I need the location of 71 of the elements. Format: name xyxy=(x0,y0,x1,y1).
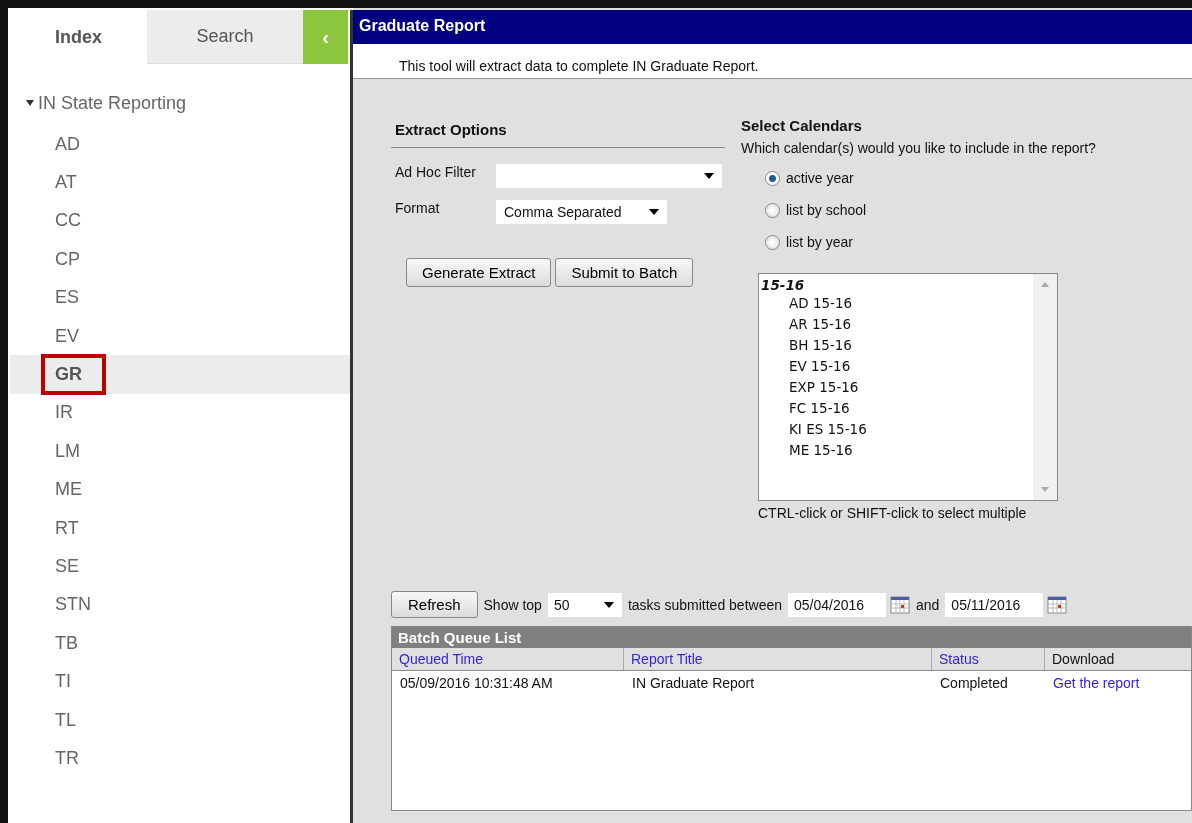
list-option[interactable]: KI ES 15-16 xyxy=(761,419,1031,440)
panel-title: Batch Queue List xyxy=(392,627,1191,648)
field-label: Show top xyxy=(483,596,542,613)
tree-item[interactable]: IR xyxy=(10,393,350,433)
dropdown-field[interactable]: 50 xyxy=(547,592,622,617)
table-cell: 05/09/2016 10:31:48 AM xyxy=(400,675,553,691)
tree-item[interactable]: STN xyxy=(10,585,350,625)
tree-item[interactable]: EV xyxy=(10,316,350,356)
tree-item[interactable]: TB xyxy=(10,624,350,663)
sidebar-tab[interactable]: Search xyxy=(147,10,303,64)
tree-item[interactable]: SE xyxy=(10,547,350,586)
list-option[interactable]: FC 15-16 xyxy=(761,398,1031,419)
scroll-down-icon[interactable] xyxy=(1041,487,1049,492)
list-option[interactable]: EXP 15-16 xyxy=(761,377,1031,398)
column-header: Download xyxy=(1051,650,1116,669)
tree-item[interactable]: RT xyxy=(10,508,350,548)
table-cell: Completed xyxy=(940,675,1008,691)
tree-item[interactable]: AT xyxy=(10,163,350,202)
dropdown-caret-icon xyxy=(649,209,659,215)
radio-label: list by school xyxy=(786,202,867,218)
field-label: and xyxy=(916,596,940,613)
action-button[interactable]: Submit to Batch xyxy=(555,258,694,287)
dropdown-caret-icon xyxy=(704,173,714,179)
tree-item[interactable]: CC xyxy=(10,201,350,241)
radio-button[interactable] xyxy=(765,234,780,250)
calendar-icon[interactable] xyxy=(890,595,910,614)
calendar-listbox[interactable]: 15-16 AD 15-16 AR 15-16 BH 15-16 EV 15-16 EXP 15-16 FC 15-16 KI ES 15-16 ME 15-16 xyxy=(758,273,1058,501)
radio-button[interactable] xyxy=(765,202,780,218)
window-title: Graduate Report xyxy=(353,10,1192,44)
hint-text: CTRL-click or SHIFT-click to select multiple xyxy=(758,505,1028,521)
column-header[interactable]: Report Title xyxy=(624,648,932,670)
scroll-up-icon[interactable] xyxy=(1041,282,1049,287)
field-label: Format xyxy=(395,200,441,216)
list-option[interactable]: AR 15-16 xyxy=(761,314,1031,335)
radio-label: active year xyxy=(786,170,854,186)
section-heading: Extract Options xyxy=(394,121,508,138)
dropdown-field[interactable] xyxy=(496,164,722,188)
date-field[interactable]: 05/04/2016 xyxy=(788,592,886,617)
tree-folder[interactable]: IN State Reporting xyxy=(10,88,350,118)
refresh-button[interactable]: Refresh xyxy=(391,591,478,618)
action-button[interactable]: Generate Extract xyxy=(406,258,552,287)
field-label: tasks submitted between xyxy=(627,596,782,613)
list-option[interactable]: BH 15-16 xyxy=(761,335,1031,356)
description-text: This tool will extract data to complete IN Graduate Report. xyxy=(399,58,759,74)
tree-item[interactable]: LM xyxy=(10,432,350,471)
column-header[interactable]: Queued Time xyxy=(392,648,624,670)
list-group-label: 15-16 xyxy=(761,277,806,293)
tree-item[interactable]: AD xyxy=(10,125,350,164)
dropdown-caret-icon xyxy=(603,601,614,608)
tree-item[interactable]: TR xyxy=(10,739,350,778)
question-text: Which calendar(s) would you like to include in the report? xyxy=(741,140,1096,156)
list-option[interactable]: ME 15-16 xyxy=(761,440,1031,461)
tree-item[interactable]: TL xyxy=(10,700,350,740)
tree-item[interactable]: ME xyxy=(10,470,350,509)
calendar-icon[interactable] xyxy=(1047,595,1068,614)
radio-label: list by year xyxy=(786,234,853,250)
list-option[interactable]: AD 15-16 xyxy=(761,293,1031,314)
tree-item[interactable]: CP xyxy=(10,240,350,279)
tree-item[interactable]: ES xyxy=(10,278,350,317)
report-link[interactable]: Get the report xyxy=(1053,675,1140,691)
list-option[interactable]: EV 15-16 xyxy=(761,356,1031,377)
selected-tree-item[interactable]: GR xyxy=(10,355,350,394)
table-cell: IN Graduate Report xyxy=(632,675,755,691)
dropdown-field[interactable]: Comma Separated xyxy=(496,200,667,224)
tree-item[interactable]: TI xyxy=(10,662,350,701)
column-header[interactable]: Status xyxy=(932,648,1045,670)
field-label: Ad Hoc Filter xyxy=(395,164,477,180)
expand-triangle-icon xyxy=(26,99,34,107)
section-heading: Select Calendars xyxy=(741,117,863,134)
radio-button[interactable] xyxy=(765,170,780,186)
date-field[interactable]: 05/11/2016 xyxy=(945,592,1044,617)
